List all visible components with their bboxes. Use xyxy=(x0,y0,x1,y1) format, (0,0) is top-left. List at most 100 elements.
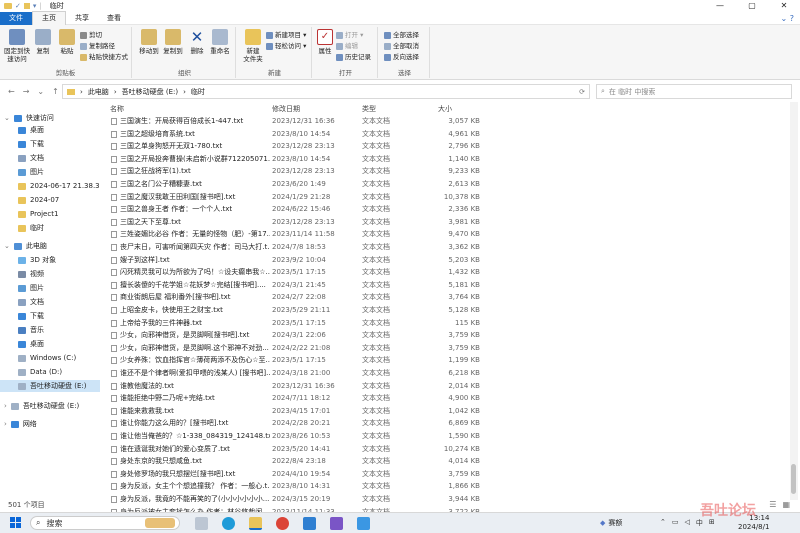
edit-button[interactable]: 编辑 xyxy=(336,42,358,50)
table-row[interactable]: 谁在遗诞我对她们的爱心变质了.txt 2023/5/20 14:41 文本文档 10,… xyxy=(106,443,786,456)
table-row[interactable]: 三姓姿媚比必谷 作者：无量的怪物（肥）-第17... 2023/11/14 11:… xyxy=(106,228,786,241)
search-input[interactable]: ⌕ 在 临时 中搜索 xyxy=(596,84,792,99)
app-icon[interactable] xyxy=(357,517,370,530)
nav-item-folder[interactable]: 2024-07 xyxy=(18,194,59,206)
taskbar-search[interactable]: ⌕ 搜索 xyxy=(30,516,180,530)
up-icon[interactable]: ↑ xyxy=(52,87,59,96)
table-row[interactable]: 谁让你能力这么用的？[搜书吧].txt 2024/2/28 20:21 文本文档 6,… xyxy=(106,417,786,430)
table-row[interactable]: 嫂子到这样].txt 2023/9/2 10:04 文本文档 5,203 KB xyxy=(106,254,786,267)
column-type[interactable]: 类型 xyxy=(362,104,376,114)
table-row[interactable]: 三国之狂战将军(1).txt 2023/12/28 23:13 文本文档 9,233 … xyxy=(106,165,786,178)
tab-share[interactable]: 共享 xyxy=(66,12,98,25)
table-row[interactable]: 少女，向邪神借货，是灵脚啊.这个邪神不对劲... 2024/2/22 21:08 文… xyxy=(106,342,786,355)
recent-dropdown-icon[interactable]: ⌄ xyxy=(37,87,44,96)
new-folder-button[interactable]: 新建 文件夹 xyxy=(242,29,264,63)
copy-button[interactable]: 复制 xyxy=(32,29,54,55)
table-row[interactable]: 上帝给予我的三件神器.txt 2023/5/1 17:15 文本文档 115 KB xyxy=(106,317,786,330)
select-none-button[interactable]: 全部取消 xyxy=(384,42,419,50)
select-all-button[interactable]: 全部选择 xyxy=(384,31,419,39)
table-row[interactable]: 商业街朗后屋 福利番外[搜书吧].txt 2024/2/7 22:08 文本文档 3,… xyxy=(106,291,786,304)
breadcrumb[interactable]: › 此电脑 › 吾吐移动硬盘 (E:) › 临时 ⟳ xyxy=(62,84,590,99)
table-row[interactable]: 少女，向邪神借货，是灵脚啊[搜书吧].txt 2024/3/1 22:06 文本文档… xyxy=(106,329,786,342)
store-icon[interactable] xyxy=(303,517,316,530)
pin-quick-access-button[interactable]: 固定到快 速访问 xyxy=(4,29,30,63)
table-row[interactable]: 身处修罗场的我只想摆烂[搜书吧].txt 2024/4/10 19:54 文本文档 3… xyxy=(106,468,786,481)
breadcrumb-item[interactable]: 此电脑 xyxy=(88,87,109,97)
column-name[interactable]: 名称 xyxy=(110,104,124,114)
table-row[interactable]: 三国之兽身王者 作者：一个个人.txt 2024/6/22 15:46 文本文档 2,… xyxy=(106,203,786,216)
paste-button[interactable]: 粘贴 xyxy=(56,29,78,55)
table-row[interactable]: 擅长装傻的千花学姐☆花妖梦☆完结[搜书吧].... 2024/3/1 21:45 文… xyxy=(106,279,786,292)
nav-item-folder[interactable]: Project1 xyxy=(18,208,58,220)
nav-item-downloads[interactable]: 下载✦ xyxy=(18,138,44,150)
volume-icon[interactable]: ◁ xyxy=(685,518,690,528)
table-row[interactable]: 谁能拒绝中野二乃呢+完结.txt 2024/7/11 18:12 文本文档 4,900… xyxy=(106,392,786,405)
edge-icon[interactable] xyxy=(222,517,235,530)
chevron-up-icon[interactable]: ⌃ xyxy=(660,518,666,528)
nav-quick-access[interactable]: ⌄ 快速访问 xyxy=(4,112,54,124)
nav-item-pictures[interactable]: 图片✦ xyxy=(18,166,44,178)
breadcrumb-item[interactable]: 临时 xyxy=(191,87,205,97)
nav-item-downloads[interactable]: 下载 xyxy=(18,310,44,322)
vertical-scrollbar[interactable] xyxy=(790,102,798,500)
tab-file[interactable]: 文件 xyxy=(0,11,32,25)
table-row[interactable]: 谁能来救救我.txt 2023/4/15 17:01 文本文档 1,042 KB xyxy=(106,405,786,418)
table-row[interactable]: 谁还不是个律者啊(爱扣甲喂的浅某人) [搜书吧].... 2024/3/18 21… xyxy=(106,367,786,380)
table-row[interactable]: 丧尸末日，可害听闻第四天灾 作者：司马大打.t... 2024/7/8 18:53… xyxy=(106,241,786,254)
minimize-button[interactable]: — xyxy=(704,0,736,12)
nav-item-desktop[interactable]: 桌面 xyxy=(18,338,44,350)
table-row[interactable]: 身为反派，女主个个想追撞我？ 作者：一般心.t... 2023/8/10 14:3… xyxy=(106,480,786,493)
nav-item-documents[interactable]: 文档 xyxy=(18,296,44,308)
nav-item-folder[interactable]: 临时 xyxy=(18,222,44,234)
task-view-icon[interactable] xyxy=(195,517,208,530)
rename-button[interactable]: 重命名 xyxy=(208,29,232,55)
tiles-view-icon[interactable]: ▦ xyxy=(782,500,790,509)
table-row[interactable]: 谁让他当俺爸的？☆1-338_084319_124148.txt 2023/8/2… xyxy=(106,430,786,443)
paste-shortcut-button[interactable]: 粘贴快捷方式 xyxy=(80,53,128,61)
breadcrumb-item[interactable]: 吾吐移动硬盘 (E:) xyxy=(122,87,178,97)
nav-item-music[interactable]: 音乐 xyxy=(18,324,44,336)
table-row[interactable]: 上昭金皮卡，快使用王之财宝.txt 2023/5/29 21:11 文本文档 5,12… xyxy=(106,304,786,317)
network-icon[interactable]: ▭ xyxy=(672,518,679,528)
nav-item-documents[interactable]: 文档✦ xyxy=(18,152,44,164)
forward-icon[interactable]: → xyxy=(23,87,30,96)
nav-item-desktop[interactable]: 桌面✦ xyxy=(18,124,44,136)
move-to-button[interactable]: 移动到 xyxy=(138,29,160,55)
copy-to-button[interactable]: 复制到 xyxy=(162,29,184,55)
visual-studio-icon[interactable] xyxy=(330,517,343,530)
properties-button[interactable]: ✓ 属性 xyxy=(316,29,334,55)
history-button[interactable]: 历史记录 xyxy=(336,53,371,61)
copy-path-button[interactable]: 复制路径 xyxy=(80,42,115,50)
tab-view[interactable]: 查看 xyxy=(98,12,130,25)
table-row[interactable]: 三国之单身狗怒开无双1-780.txt 2023/12/28 23:13 文本文档 2… xyxy=(106,140,786,153)
maximize-button[interactable]: ▢ xyxy=(736,0,768,12)
column-size[interactable]: 大小 xyxy=(438,104,452,114)
details-view-icon[interactable]: ☰ xyxy=(769,500,776,509)
easy-access-button[interactable]: 轻松访问 ▾ xyxy=(266,42,306,50)
nav-item-videos[interactable]: 视频 xyxy=(18,268,44,280)
windows-start-icon[interactable] xyxy=(10,517,22,529)
table-row[interactable]: 谁教他魔法的.txt 2023/12/31 16:36 文本文档 2,014 KB xyxy=(106,380,786,393)
help-icon[interactable]: ⌄ ? xyxy=(781,12,795,25)
table-row[interactable]: 闪死精灵我可以为所欲为了吗！☆设夫癫串我☆... 2023/5/1 17:15 文本… xyxy=(106,266,786,279)
nav-drive-e[interactable]: › 吾吐移动硬盘 (E:) xyxy=(4,400,79,412)
new-item-button[interactable]: 新建项目 ▾ xyxy=(266,31,306,39)
nav-item-folder[interactable]: 2024-06-17 21.38.38 xyxy=(18,180,100,192)
open-button[interactable]: 打开 ▾ xyxy=(336,31,363,39)
refresh-icon[interactable]: ⟳ xyxy=(579,88,585,96)
properties-icon[interactable]: ✓ xyxy=(15,2,21,10)
tab-home[interactable]: 主页 xyxy=(32,10,66,26)
weather-widget[interactable]: ◆ 赛额 xyxy=(600,518,622,528)
nav-item-3d-objects[interactable]: 3D 对象 xyxy=(18,254,56,266)
invert-selection-button[interactable]: 反向选择 xyxy=(384,53,419,61)
scrollbar-thumb[interactable] xyxy=(791,464,796,494)
table-row[interactable]: 三国之开局投奔曹操(未启新小说群712205071... 2023/8/10 14… xyxy=(106,153,786,166)
back-icon[interactable]: ← xyxy=(8,87,15,96)
nav-this-pc[interactable]: ⌄ 此电脑 xyxy=(4,240,47,252)
delete-button[interactable]: ✕ 删除 xyxy=(188,29,206,55)
table-row[interactable]: 三国之名门公子糟糠妻.txt 2023/6/20 1:49 文本文档 2,613 KB xyxy=(106,178,786,191)
table-row[interactable]: 三国之超级培育系统.txt 2023/8/10 14:54 文本文档 4,961 KB xyxy=(106,128,786,141)
dropdown-icon[interactable]: ▾ xyxy=(33,2,37,10)
nav-network[interactable]: › 网络 xyxy=(4,418,37,430)
table-row[interactable]: 三国之魔汉我敢王田利国[搜书吧].txt 2024/1/29 21:28 文本文档 1… xyxy=(106,191,786,204)
